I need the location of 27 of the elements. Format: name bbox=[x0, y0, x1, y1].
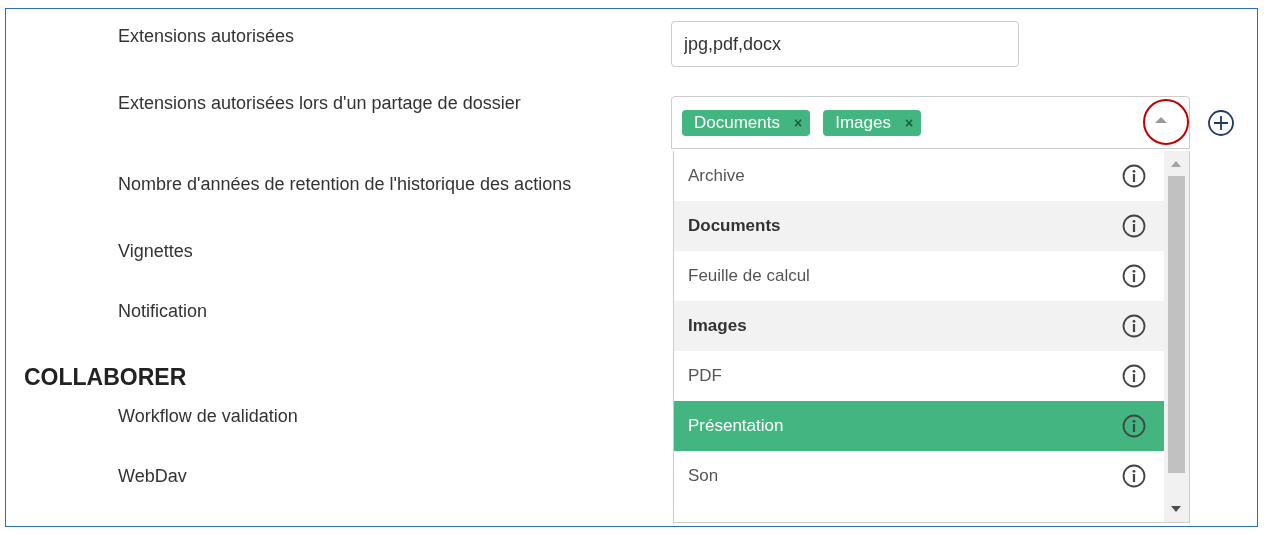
extensions-input-field[interactable]: jpg,pdf,docx bbox=[671, 21, 1019, 67]
section-heading: COLLABORER bbox=[23, 365, 188, 389]
setting-label: Vignettes bbox=[117, 240, 194, 262]
dropdown-option[interactable]: PDF bbox=[674, 351, 1164, 401]
setting-label: Notification bbox=[117, 300, 209, 322]
info-icon[interactable] bbox=[1122, 264, 1146, 288]
highlight-circle bbox=[1143, 99, 1189, 145]
dropdown-option[interactable]: Images bbox=[674, 301, 1164, 351]
scrollbar[interactable] bbox=[1164, 151, 1189, 522]
info-icon[interactable] bbox=[1122, 364, 1146, 388]
dropdown-option[interactable]: Archive bbox=[674, 151, 1164, 201]
info-icon[interactable] bbox=[1122, 464, 1146, 488]
tag-label: Images bbox=[835, 111, 891, 134]
dropdown-option[interactable]: Son bbox=[674, 451, 1164, 501]
dropdown-option[interactable]: Feuille de calcul bbox=[674, 251, 1164, 301]
dropdown-option[interactable]: Documents bbox=[674, 201, 1164, 251]
setting-label: Extensions autorisées lors d'un partage de dossier bbox=[117, 92, 522, 114]
info-icon[interactable] bbox=[1122, 164, 1146, 188]
setting-label: Nombre d'années de retention de l'historique des actions bbox=[117, 173, 573, 195]
info-icon[interactable] bbox=[1122, 314, 1146, 338]
setting-label: Workflow de validation bbox=[117, 405, 299, 427]
setting-label: WebDav bbox=[117, 465, 188, 487]
caret-icon[interactable] bbox=[1155, 117, 1167, 123]
info-icon[interactable] bbox=[1122, 214, 1146, 238]
add-icon[interactable] bbox=[1207, 108, 1235, 137]
tag-label: Documents bbox=[694, 111, 780, 134]
setting-label: Extensions autorisées bbox=[117, 25, 296, 47]
